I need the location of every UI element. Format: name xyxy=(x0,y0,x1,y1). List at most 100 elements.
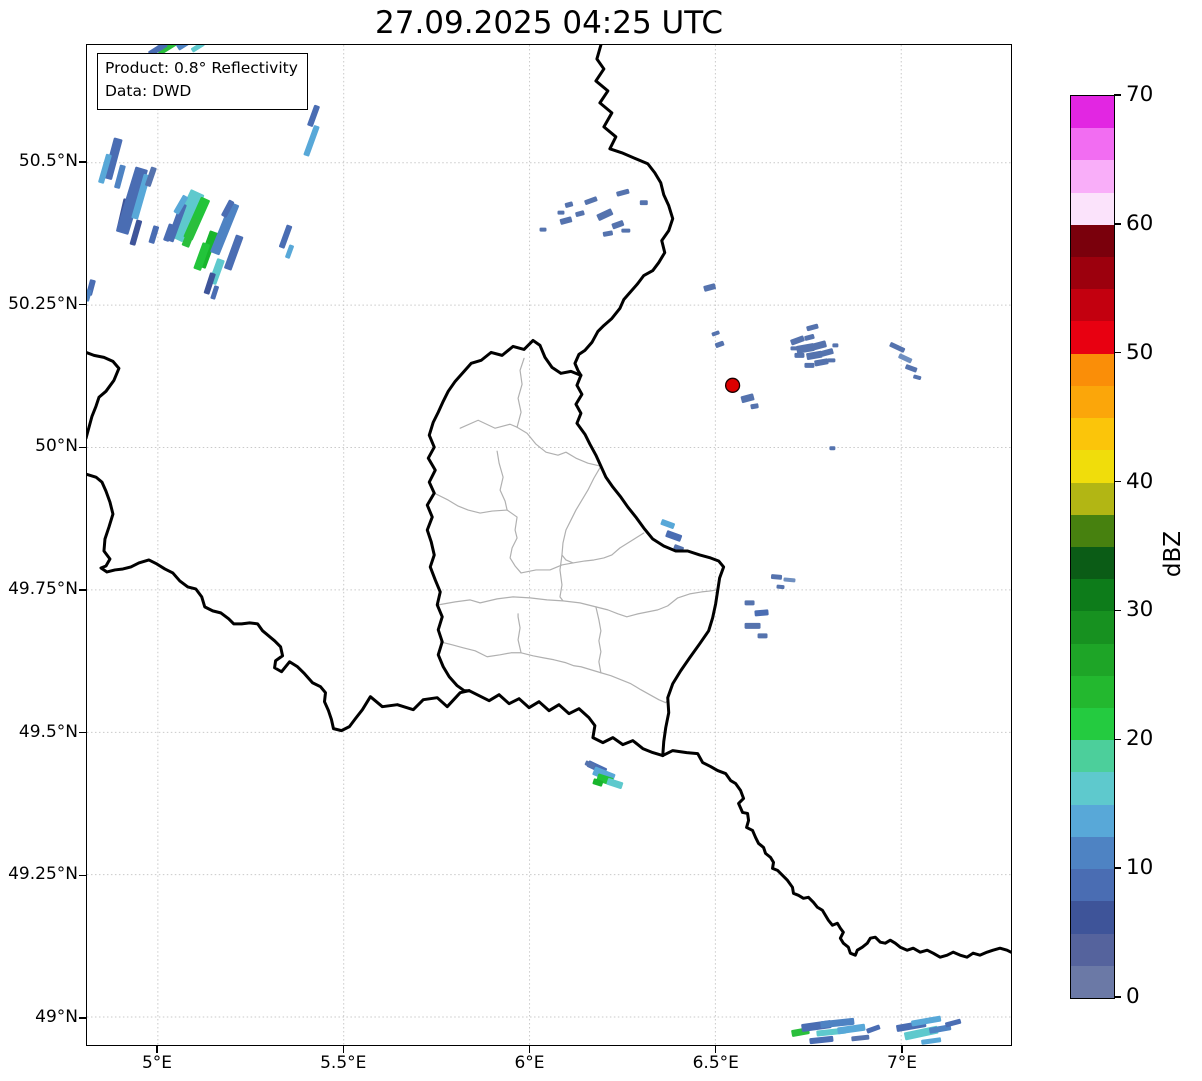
radar-echo-bin xyxy=(921,1037,942,1045)
y-tick-mark xyxy=(79,732,86,734)
x-tick-mark xyxy=(342,1046,344,1053)
colorbar-segment xyxy=(1071,321,1114,354)
x-tick-label: 6.5°E xyxy=(692,1053,739,1073)
colorbar-segment xyxy=(1071,95,1114,129)
radar-echo-bin xyxy=(559,216,573,225)
radar-echo-bin xyxy=(639,200,648,206)
colorbar-segment xyxy=(1071,965,1114,998)
radar-echo-bin xyxy=(557,210,565,215)
radar-echo-bin xyxy=(621,228,631,233)
radar-echo-bin xyxy=(665,530,683,542)
radar-map-canvas xyxy=(87,45,1011,1045)
radar-echo-bin xyxy=(744,622,761,629)
radar-echo-bin xyxy=(905,364,918,373)
colorbar-tick-mark xyxy=(1114,94,1121,96)
radar-echo-bin xyxy=(945,1018,962,1028)
canton-border xyxy=(559,554,564,602)
colorbar-segment xyxy=(1071,869,1114,902)
radar-echo-bin xyxy=(790,346,799,351)
y-tick-label: 49°N xyxy=(35,1007,78,1027)
y-tick-mark xyxy=(79,161,86,163)
radar-echo-bin xyxy=(307,104,320,127)
radar-site-marker xyxy=(724,377,741,393)
colorbar-segment xyxy=(1071,546,1114,580)
y-tick-mark xyxy=(79,589,86,591)
colorbar-label: dBZ xyxy=(1160,530,1186,578)
radar-echo-bin xyxy=(809,1035,834,1045)
radar-echo-bin xyxy=(898,353,913,364)
colorbar-segment xyxy=(1071,353,1114,386)
canton-border xyxy=(520,532,645,574)
colorbar-segment xyxy=(1071,675,1114,709)
radar-echo-bin xyxy=(806,350,823,361)
x-tick-label: 6°E xyxy=(514,1053,545,1073)
y-tick-label: 49.25°N xyxy=(8,864,78,885)
radar-echo-bin xyxy=(794,352,805,358)
colorbar-tick-mark xyxy=(1114,996,1121,998)
radar-echo-bin xyxy=(827,358,836,363)
canton-border xyxy=(506,509,522,574)
colorbar-segment xyxy=(1071,772,1114,805)
radar-echo-bin xyxy=(804,333,815,341)
radar-echo-bin xyxy=(851,1034,870,1042)
canton-border xyxy=(561,465,602,564)
radar-echo-bin xyxy=(757,633,768,639)
colorbar-tick-label: 50 xyxy=(1126,339,1154,365)
x-tick-label: 5.5°E xyxy=(320,1053,367,1073)
colorbar-segment xyxy=(1071,708,1114,741)
colorbar-segment xyxy=(1071,579,1114,612)
radar-echo-bin xyxy=(224,234,244,271)
colorbar-tick-label: 40 xyxy=(1126,468,1154,494)
y-tick-label: 50°N xyxy=(35,436,78,457)
radar-echo-bin xyxy=(754,609,769,617)
y-tick-label: 49.5°N xyxy=(18,721,78,742)
colorbar-tick-label: 60 xyxy=(1126,210,1154,236)
country-border xyxy=(573,45,675,377)
country-border xyxy=(574,373,726,758)
colorbar-segment xyxy=(1071,804,1114,837)
colorbar-tick-label: 0 xyxy=(1126,984,1140,1009)
x-tick-mark xyxy=(156,1046,158,1053)
colorbar-segment xyxy=(1071,450,1114,483)
radar-echo-bin xyxy=(776,584,785,590)
colorbar-tick-label: 70 xyxy=(1126,82,1154,107)
radar-echo-bin xyxy=(821,348,834,357)
canton-border xyxy=(437,589,718,618)
colorbar xyxy=(1070,95,1115,999)
radar-echo-bin xyxy=(806,323,819,332)
radar-echo-bin xyxy=(611,220,625,230)
canton-border xyxy=(516,357,525,428)
colorbar-tick-mark xyxy=(1114,352,1121,354)
colorbar-tick-mark xyxy=(1114,223,1121,225)
y-tick-mark xyxy=(79,1017,86,1019)
radar-echo-bin xyxy=(812,340,827,351)
canton-border xyxy=(595,606,602,674)
country-border xyxy=(467,689,665,758)
colorbar-tick-mark xyxy=(1114,609,1121,612)
colorbar-segment xyxy=(1071,514,1114,547)
radar-echo-bin xyxy=(596,208,614,221)
radar-echo-bin xyxy=(814,358,829,367)
radar-echo-bin xyxy=(770,574,783,580)
colorbar-segment xyxy=(1071,192,1114,225)
data-source-line: Data: DWD xyxy=(105,82,192,101)
radar-echo-bin xyxy=(584,196,598,205)
colorbar-segment xyxy=(1071,385,1114,419)
colorbar-segment xyxy=(1071,418,1114,451)
colorbar-tick-label: 30 xyxy=(1126,597,1154,623)
colorbar-segment xyxy=(1071,836,1114,870)
radar-echo-bin xyxy=(285,244,294,259)
colorbar-tick-mark xyxy=(1114,738,1121,740)
product-annotation-box: Product: 0.8° Reflectivity Data: DWD xyxy=(97,53,308,110)
colorbar-segment xyxy=(1071,256,1114,290)
radar-echo-bin xyxy=(190,45,205,53)
colorbar-segment xyxy=(1071,224,1114,257)
country-border xyxy=(87,351,471,733)
x-tick-mark xyxy=(528,1046,531,1053)
radar-echo-bin xyxy=(889,342,906,353)
radar-echo-bin xyxy=(750,403,759,410)
radar-echo-bin xyxy=(783,577,796,583)
colorbar-segment xyxy=(1071,160,1114,193)
y-tick-label: 50.25°N xyxy=(8,293,78,314)
radar-echo-bin xyxy=(564,201,574,208)
